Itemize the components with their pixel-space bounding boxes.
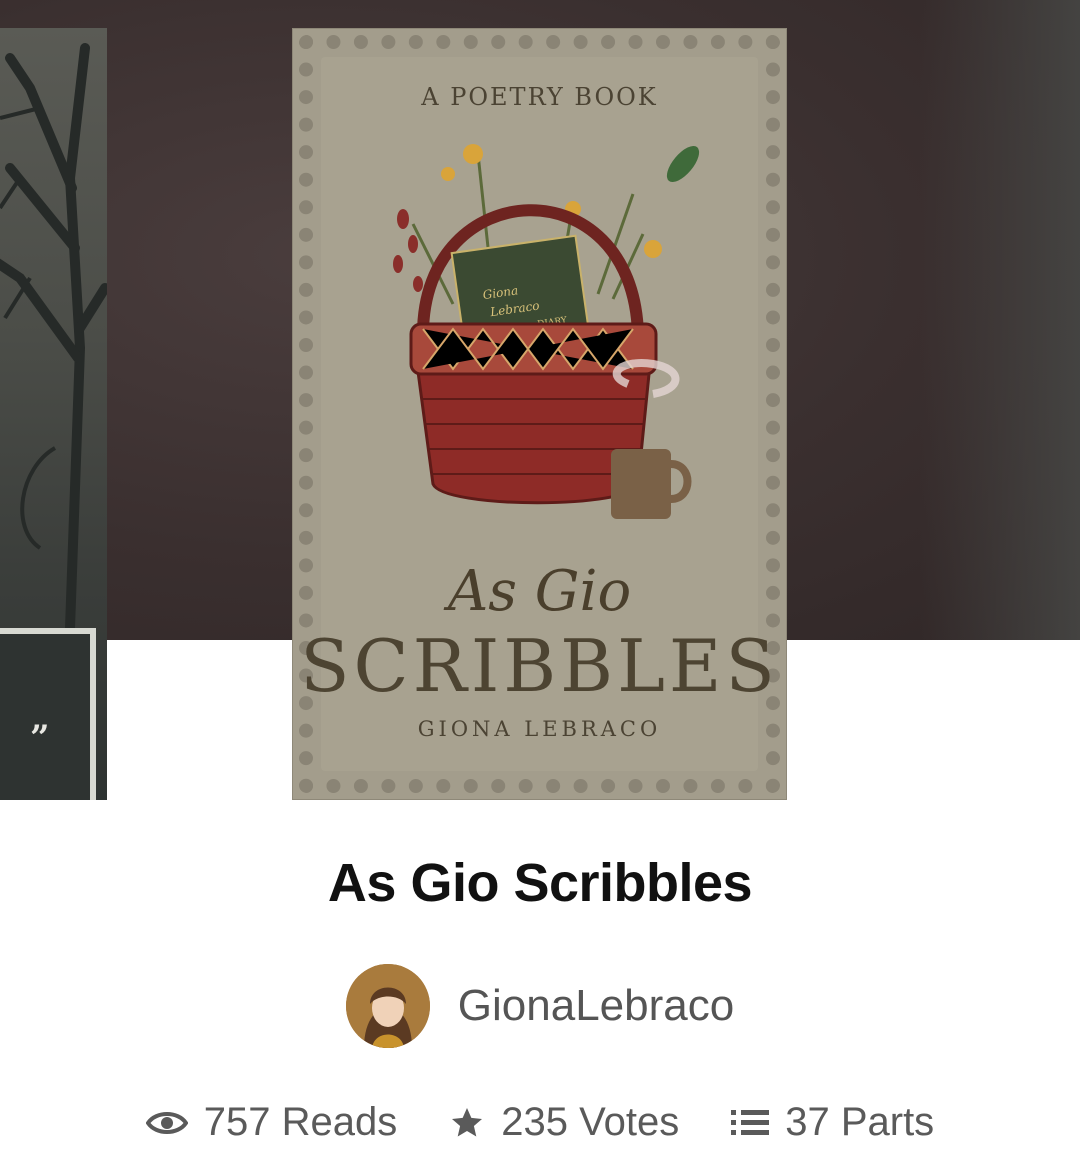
story-cover[interactable]: A POETRY BOOK Giona Lebraco DIARY — [292, 28, 787, 800]
author-name[interactable]: GionaLebraco — [458, 981, 734, 1031]
tree-illustration — [0, 43, 107, 628]
list-icon — [731, 1109, 770, 1135]
avatar-illustration — [345, 964, 430, 1048]
cover-quote-mark: ” — [30, 718, 50, 758]
author-avatar[interactable] — [345, 964, 430, 1048]
cover-main-title: SCRIBBLES — [300, 624, 779, 708]
basket-illustration: Giona Lebraco DIARY — [393, 144, 700, 519]
parts-count: 37 Parts — [785, 1100, 935, 1144]
parts-stat[interactable]: 37 Parts — [731, 1100, 934, 1145]
reads-stat: 757 Reads — [145, 1100, 398, 1145]
backdrop-shade — [920, 0, 1080, 640]
votes-count: 235 Votes — [501, 1100, 680, 1144]
flower-yellow-1 — [463, 144, 483, 164]
story-title: As Gio Scribbles — [327, 853, 753, 913]
eye-icon — [145, 1111, 188, 1134]
cover-author: GIONA LEBRACO — [417, 717, 662, 741]
cover-script-title: As Gio — [447, 559, 632, 624]
previous-story-cover[interactable]: ” — [0, 28, 107, 800]
flower-yellow-3 — [644, 240, 662, 258]
story-stats: 757 Reads 235 Votes 37 Parts — [0, 1100, 1080, 1145]
grave-plaque — [0, 628, 96, 800]
star-icon — [452, 1107, 483, 1136]
author-row[interactable]: GionaLebraco — [0, 963, 1080, 1049]
votes-stat: 235 Votes — [449, 1100, 679, 1145]
cover-kicker: A POETRY BOOK — [421, 83, 658, 111]
reads-count: 757 Reads — [203, 1100, 398, 1144]
